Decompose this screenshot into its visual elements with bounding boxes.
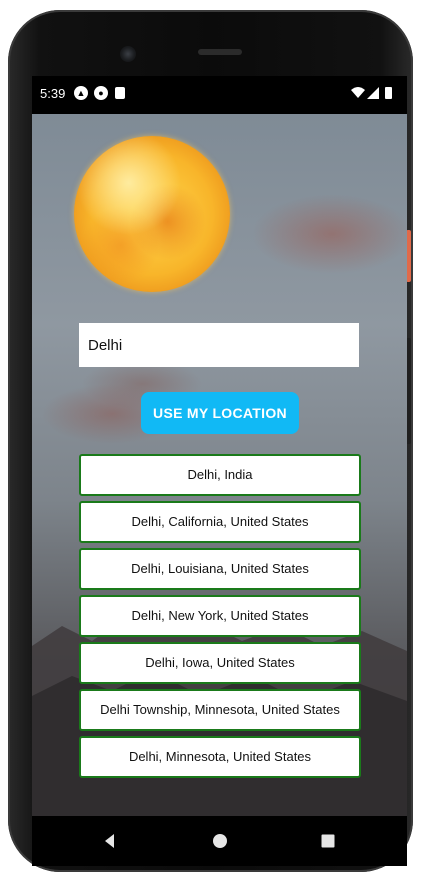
city-search-input[interactable]: [79, 323, 359, 367]
sd-card-icon: [115, 87, 125, 99]
wifi-icon: [351, 87, 365, 98]
use-my-location-button[interactable]: USE MY LOCATION: [141, 392, 299, 434]
city-result-item[interactable]: Delhi, New York, United States: [79, 595, 361, 637]
city-result-item[interactable]: Delhi, Minnesota, United States: [79, 736, 361, 778]
battery-icon: [385, 87, 392, 99]
app-notification-icon: ●: [94, 86, 108, 100]
city-result-item[interactable]: Delhi, California, United States: [79, 501, 361, 543]
front-camera: [120, 46, 136, 62]
recent-apps-icon[interactable]: [320, 833, 336, 849]
status-right-icons: [351, 87, 392, 99]
screen: 5:39 ▲ ● USE MY LOCATION Delhi, India De…: [32, 76, 407, 866]
app-screen: USE MY LOCATION Delhi, India Delhi, Cali…: [32, 114, 407, 816]
accessibility-notification-icon: ▲: [74, 86, 88, 100]
status-bar: 5:39 ▲ ●: [32, 76, 407, 114]
signal-icon: [367, 87, 379, 99]
back-icon[interactable]: [102, 833, 118, 849]
sun-weather-image: [74, 136, 230, 292]
earpiece-speaker: [198, 49, 242, 55]
home-icon[interactable]: [212, 833, 228, 849]
city-result-item[interactable]: Delhi, Louisiana, United States: [79, 548, 361, 590]
navigation-bar: [32, 816, 407, 866]
city-result-item[interactable]: Delhi, Iowa, United States: [79, 642, 361, 684]
city-results-list: Delhi, India Delhi, California, United S…: [79, 454, 361, 783]
city-result-item[interactable]: Delhi Township, Minnesota, United States: [79, 689, 361, 731]
phone-frame: 5:39 ▲ ● USE MY LOCATION Delhi, India De…: [8, 10, 413, 872]
status-time: 5:39: [40, 86, 66, 101]
city-result-item[interactable]: Delhi, India: [79, 454, 361, 496]
